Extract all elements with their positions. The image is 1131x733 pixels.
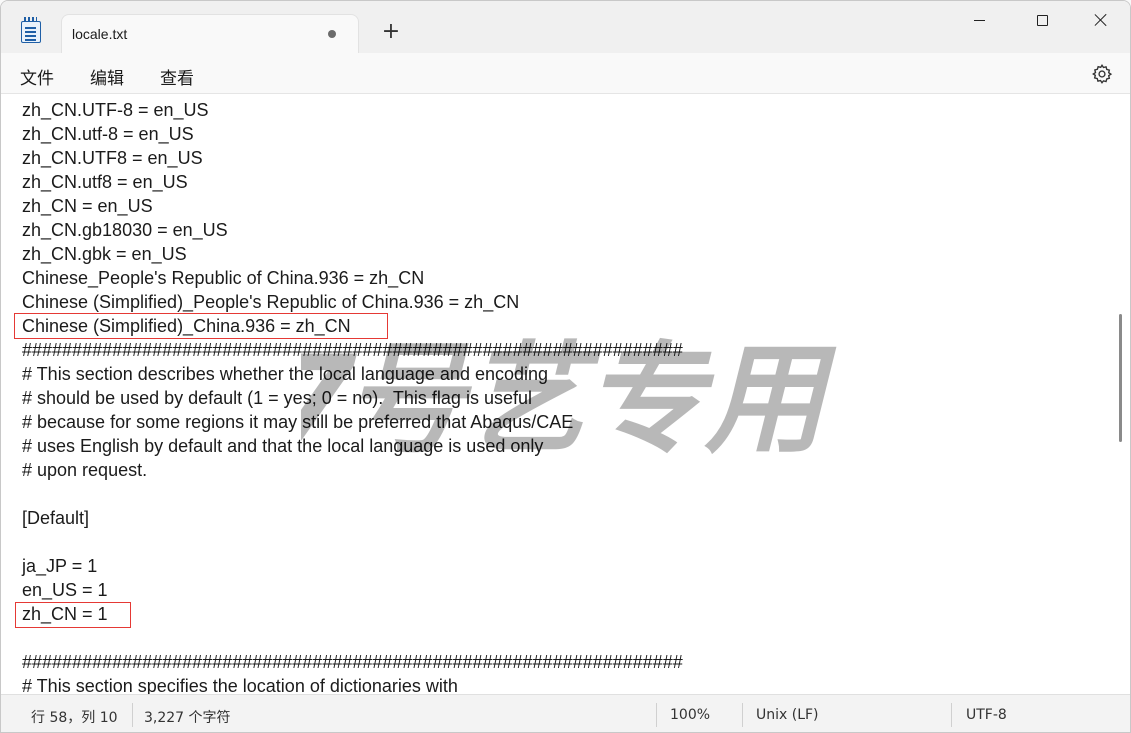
menu-file[interactable]: 文件 xyxy=(20,64,54,89)
line-ending[interactable]: Unix (LF) xyxy=(756,707,819,723)
minimize-button[interactable] xyxy=(948,1,1010,39)
editor-line: ja_JP = 1 xyxy=(22,556,98,576)
notepad-app-icon xyxy=(21,17,41,43)
status-bar: 行 58，列 10 3,227 个字符 100% Unix (LF) UTF-8 xyxy=(1,694,1130,732)
editor-line: ########################################… xyxy=(22,652,683,672)
text-editor-area[interactable]: zh_CN.UTF-8 = en_US zh_CN.utf-8 = en_USzh… xyxy=(1,94,1130,694)
editor-line: zh_CN.utf-8 = en_US xyxy=(22,124,194,144)
editor-line: Chinese_People's Republic of China.936 =… xyxy=(22,268,425,288)
editor-line: # because for some regions it may still … xyxy=(22,412,574,432)
character-count: 3,227 个字符 xyxy=(144,710,231,726)
unsaved-dot-icon[interactable] xyxy=(328,30,336,38)
close-button[interactable] xyxy=(1070,1,1130,39)
menu-bar: 文件 编辑 查看 xyxy=(1,53,1130,94)
editor-line: zh_CN.gbk = en_US xyxy=(22,244,187,264)
encoding[interactable]: UTF-8 xyxy=(966,707,1007,723)
close-icon xyxy=(1095,14,1107,26)
maximize-icon xyxy=(1036,14,1048,26)
menu-view[interactable]: 查看 xyxy=(160,64,194,89)
editor-line: zh_CN.UTF8 = en_US xyxy=(22,148,203,168)
editor-line: # uses English by default and that the l… xyxy=(22,436,544,456)
vertical-scrollbar[interactable] xyxy=(1119,314,1122,442)
editor-line: zh_CN = 1 xyxy=(22,604,108,624)
menu-edit[interactable]: 编辑 xyxy=(90,64,124,89)
cursor-position: 行 58，列 10 xyxy=(31,710,118,726)
editor-line: zh_CN.utf8 = en_US xyxy=(22,172,188,192)
editor-line: # should be used by default (1 = yes; 0 … xyxy=(22,388,532,408)
maximize-button[interactable] xyxy=(1011,1,1073,39)
editor-line: Chinese (Simplified)_China.936 = zh_CN xyxy=(22,316,351,336)
editor-line: # This section describes whether the loc… xyxy=(22,364,549,384)
editor-line: # upon request. xyxy=(22,460,148,480)
tab-locale-txt[interactable]: locale.txt xyxy=(61,14,359,53)
editor-line: zh_CN = en_US xyxy=(22,196,153,216)
editor-line: [Default] xyxy=(22,508,90,528)
title-bar[interactable]: locale.txt + xyxy=(1,1,1130,53)
zoom-level[interactable]: 100% xyxy=(670,707,710,723)
editor-line: en_US = 1 xyxy=(22,580,108,600)
tab-title: locale.txt xyxy=(72,26,128,42)
settings-gear-icon[interactable] xyxy=(1091,63,1113,85)
new-tab-plus-icon[interactable]: + xyxy=(379,21,403,45)
editor-line: # This section specifies the location of… xyxy=(22,676,458,694)
editor-line: ########################################… xyxy=(22,340,683,360)
editor-line: Chinese (Simplified)_People's Republic o… xyxy=(22,292,520,312)
editor-line: zh_CN.gb18030 = en_US xyxy=(22,220,228,240)
notepad-window: locale.txt + 文件 编辑 查看 zh_CN.UTF-8 = en_U… xyxy=(0,0,1131,733)
editor-line: zh_CN.UTF-8 = en_US xyxy=(22,100,209,120)
minimize-icon xyxy=(973,19,985,21)
